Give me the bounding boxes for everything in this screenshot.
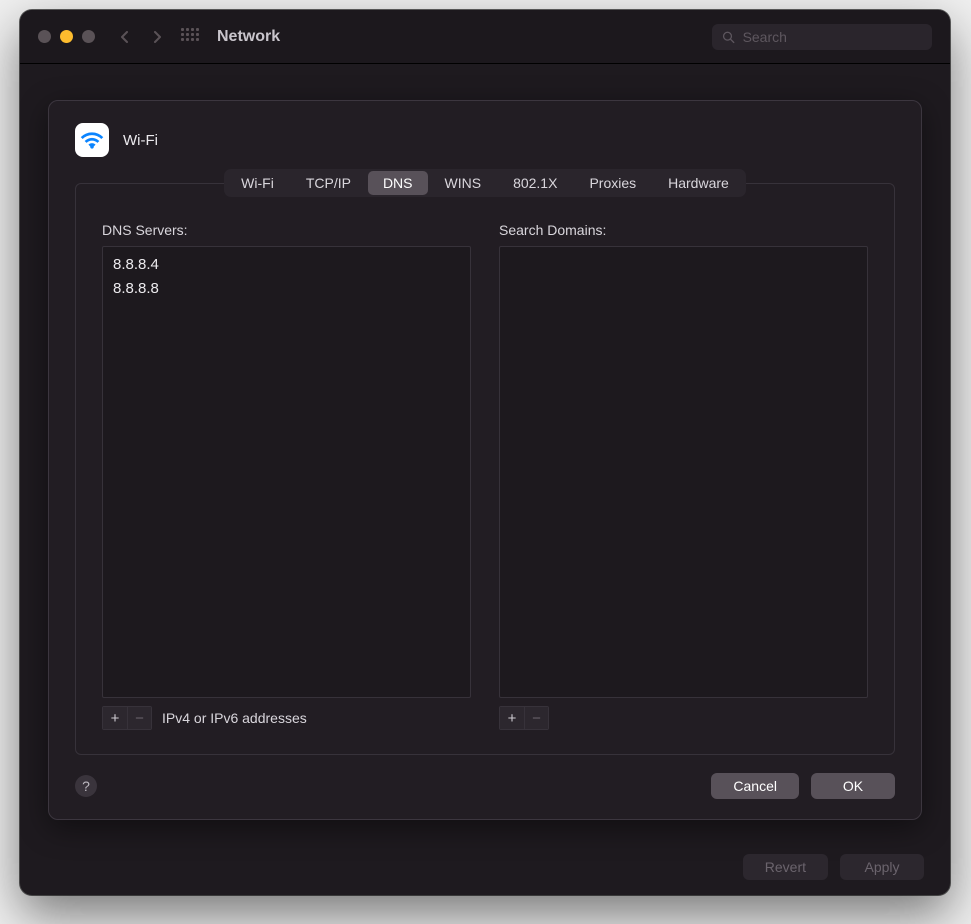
dns-panel: DNS Servers: 8.8.8.48.8.8.8 + − IPv4 or … [75, 183, 895, 755]
tab-hardware[interactable]: Hardware [653, 171, 744, 195]
window-traffic-lights [38, 30, 95, 43]
window-zoom-button[interactable] [82, 30, 95, 43]
window-title: Network [217, 28, 280, 46]
settings-sheet: Wi-Fi Wi-FiTCP/IPDNSWINS802.1XProxiesHar… [48, 100, 922, 820]
tab-bar: Wi-FiTCP/IPDNSWINS802.1XProxiesHardware [75, 169, 895, 197]
dns-add-button[interactable]: + [103, 707, 127, 729]
dns-servers-controls: + − IPv4 or IPv6 addresses [102, 706, 471, 730]
tab-802-1x[interactable]: 802.1X [498, 171, 572, 195]
revert-button[interactable]: Revert [743, 854, 828, 880]
dns-servers-column: DNS Servers: 8.8.8.48.8.8.8 + − IPv4 or … [102, 222, 471, 730]
tab-tcp-ip[interactable]: TCP/IP [291, 171, 366, 195]
dns-hint: IPv4 or IPv6 addresses [162, 710, 307, 726]
window-minimize-button[interactable] [60, 30, 73, 43]
nav-forward-icon[interactable] [151, 31, 163, 43]
domain-remove-button[interactable]: − [524, 707, 548, 729]
tab-wi-fi[interactable]: Wi-Fi [226, 171, 289, 195]
search-domains-controls: + − [499, 706, 868, 730]
nav-back-icon[interactable] [119, 31, 131, 43]
nav-buttons [119, 31, 163, 43]
dns-server-row[interactable]: 8.8.8.8 [113, 277, 460, 301]
wifi-icon [75, 123, 109, 157]
dns-server-row[interactable]: 8.8.8.4 [113, 253, 460, 277]
search-input[interactable] [743, 29, 922, 45]
cancel-button[interactable]: Cancel [711, 773, 799, 799]
tab-wins[interactable]: WINS [430, 171, 497, 195]
sheet-footer: ? Cancel OK [75, 773, 895, 799]
window-close-button[interactable] [38, 30, 51, 43]
search-icon [722, 30, 735, 44]
dns-remove-button[interactable]: − [127, 707, 151, 729]
search-domains-label: Search Domains: [499, 222, 868, 238]
service-name: Wi-Fi [123, 132, 158, 149]
domain-add-button[interactable]: + [500, 707, 524, 729]
window-bottom-bar: Revert Apply [20, 839, 950, 895]
apply-button[interactable]: Apply [840, 854, 924, 880]
window-titlebar: Network [20, 10, 950, 64]
all-settings-grid-icon[interactable] [181, 28, 199, 46]
ok-button[interactable]: OK [811, 773, 895, 799]
help-button[interactable]: ? [75, 775, 97, 797]
dns-servers-label: DNS Servers: [102, 222, 471, 238]
service-header: Wi-Fi [75, 123, 895, 157]
tab-proxies[interactable]: Proxies [574, 171, 651, 195]
dns-servers-list[interactable]: 8.8.8.48.8.8.8 [102, 246, 471, 698]
search-field-wrap[interactable] [712, 24, 932, 50]
system-settings-window: Network Wi-Fi Wi-FiTCP/IPDNSWINS802.1XPr… [20, 10, 950, 895]
tab-dns[interactable]: DNS [368, 171, 428, 195]
search-domains-list[interactable] [499, 246, 868, 698]
search-domains-column: Search Domains: + − [499, 222, 868, 730]
